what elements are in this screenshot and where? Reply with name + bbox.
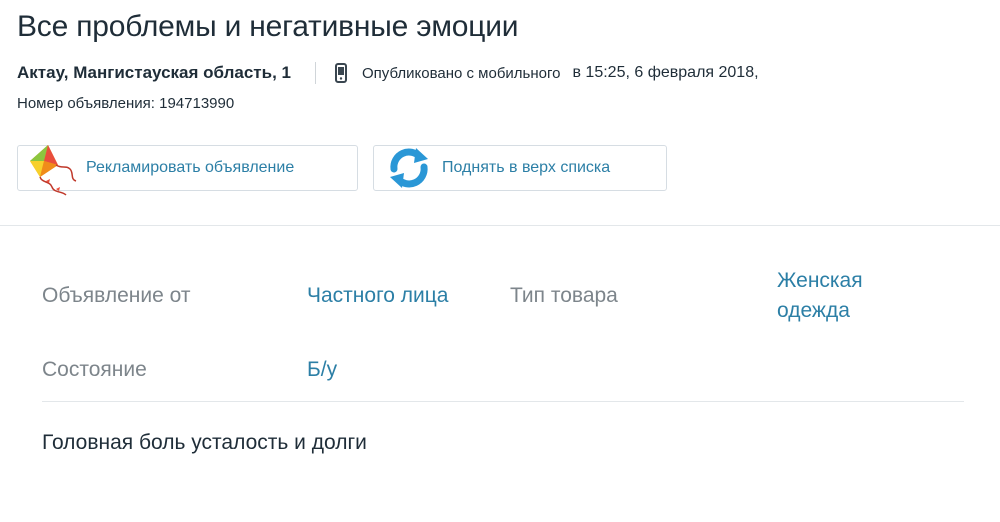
param-type-value-line1: Женская — [777, 269, 863, 292]
page-title: Все проблемы и негативные эмоции — [17, 10, 519, 43]
mobile-phone-icon — [334, 63, 348, 83]
param-type-value-line2: одежда — [777, 299, 850, 322]
promote-ad-label: Рекламировать объявление — [86, 159, 295, 176]
lift-to-top-button[interactable]: Поднять в верх списка — [373, 145, 667, 191]
location-link[interactable]: Актау, Мангистауская область, 1 — [17, 63, 291, 83]
ad-meta: Актау, Мангистауская область, 1 Опублико… — [17, 62, 759, 84]
meta-separator — [314, 62, 316, 84]
lift-to-top-label: Поднять в верх списка — [442, 159, 611, 176]
param-type-value[interactable]: Женская одежда — [777, 266, 863, 326]
refresh-arrows-icon — [386, 145, 432, 191]
ad-description: Головная боль усталость и долги — [42, 431, 367, 454]
published-via: Опубликовано с мобильного — [361, 64, 561, 82]
param-type-label: Тип товара — [510, 284, 618, 307]
param-condition-value[interactable]: Б/у — [307, 355, 337, 385]
promote-ad-button[interactable]: Рекламировать объявление — [17, 145, 358, 196]
section-divider — [0, 225, 1000, 226]
param-from-label: Объявление от — [42, 284, 191, 307]
param-from-value[interactable]: Частного лица — [307, 281, 448, 311]
kite-icon — [26, 143, 78, 197]
ad-number: Номер объявления: 194713990 — [17, 95, 235, 112]
param-condition-label: Состояние — [42, 358, 147, 381]
published-datetime: в 15:25, 6 февраля 2018, — [572, 64, 759, 81]
params-divider — [42, 401, 964, 402]
